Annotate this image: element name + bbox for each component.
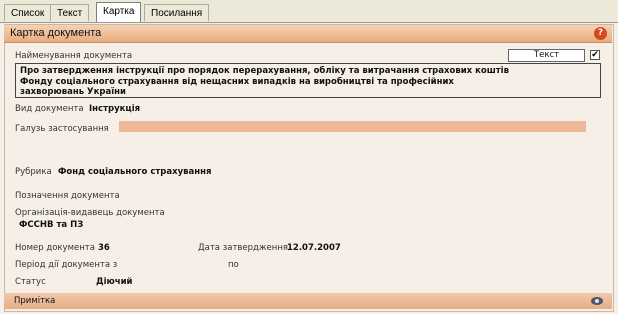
- issuer-label: Організація-видавець документа: [15, 208, 165, 218]
- issuer-value: ФССНВ та ПЗ: [19, 220, 84, 230]
- tab-text[interactable]: Текст: [50, 4, 90, 21]
- designation-label: Позначення документа: [15, 191, 120, 201]
- note-section-header[interactable]: Примітка: [4, 293, 612, 309]
- status-value: Діючий: [96, 277, 133, 287]
- document-name-line: Про затвердження інструкції про порядок …: [20, 66, 509, 76]
- validity-from-label: Період дії документа з: [15, 260, 118, 270]
- rubric-value: Фонд соціального страхування: [58, 167, 212, 177]
- help-icon[interactable]: ?: [594, 27, 607, 40]
- approval-date-value: 12.07.2007: [287, 243, 341, 253]
- doc-number-value: 36: [98, 243, 110, 253]
- tab-bar: Список Текст Картка Посилання: [0, 0, 618, 23]
- document-name-line: Фонду соціального страхування від нещасн…: [20, 76, 454, 87]
- document-name-line: захворювань України: [20, 87, 126, 97]
- tab-card[interactable]: Картка: [96, 2, 142, 22]
- validity-to-label: по: [228, 260, 239, 270]
- card-header: Картка документа ?: [4, 25, 612, 43]
- document-name-label: Найменування документа: [15, 51, 133, 61]
- expand-eye-icon[interactable]: [590, 295, 604, 307]
- doc-number-label: Номер документа: [15, 243, 95, 253]
- field-of-application-label: Галузь застосування: [15, 124, 109, 134]
- tab-list[interactable]: Список: [4, 4, 52, 21]
- document-name-field[interactable]: Про затвердження інструкції про порядок …: [15, 63, 601, 98]
- text-document-checkbox[interactable]: ✔: [590, 50, 600, 60]
- approval-date-label: Дата затвердження: [198, 243, 289, 253]
- text-document-button[interactable]: Текст документа: [508, 49, 585, 71]
- doc-type-value: Інструкція: [89, 104, 141, 114]
- note-label: Примітка: [14, 296, 56, 306]
- tab-links[interactable]: Посилання: [144, 4, 210, 21]
- field-of-application-input[interactable]: [119, 121, 586, 132]
- status-label: Статус: [15, 277, 46, 287]
- rubric-label: Рубрика: [15, 167, 52, 177]
- card-title: Картка документа: [10, 27, 102, 39]
- doc-type-label: Вид документа: [15, 104, 84, 114]
